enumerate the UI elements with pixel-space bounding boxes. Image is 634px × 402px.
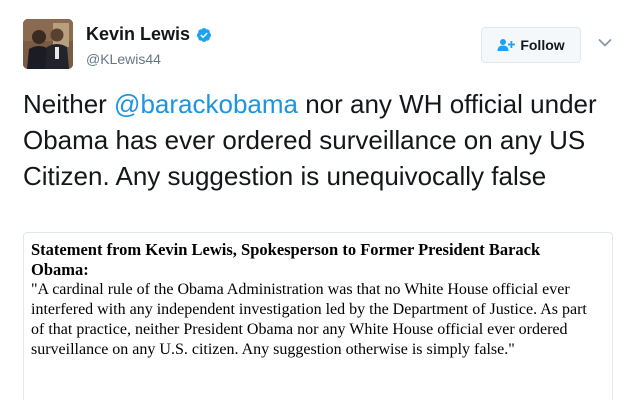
- follow-person-icon: [497, 39, 516, 51]
- tweet-text-before: Neither: [23, 89, 115, 119]
- author-handle[interactable]: @KLewis44: [86, 51, 161, 67]
- author-name[interactable]: Kevin Lewis: [86, 24, 190, 45]
- tweet-text: Neither @barackobama nor any WH official…: [23, 86, 623, 194]
- profile-photo: [23, 19, 73, 69]
- statement-body: "A cardinal rule of the Obama Administra…: [31, 281, 587, 358]
- avatar[interactable]: [23, 19, 73, 69]
- attached-statement-image[interactable]: Statement from Kevin Lewis, Spokesperson…: [23, 232, 613, 400]
- author-name-row: Kevin Lewis: [86, 24, 212, 45]
- verified-badge-icon: [197, 27, 212, 42]
- follow-button-label: Follow: [520, 37, 565, 53]
- chevron-down-icon[interactable]: [598, 38, 612, 48]
- statement-title: Statement from Kevin Lewis, Spokesperson…: [31, 240, 541, 279]
- mention-link[interactable]: @barackobama: [114, 89, 298, 119]
- statement-content: Statement from Kevin Lewis, Spokesperson…: [31, 240, 601, 360]
- follow-button[interactable]: Follow: [481, 27, 581, 63]
